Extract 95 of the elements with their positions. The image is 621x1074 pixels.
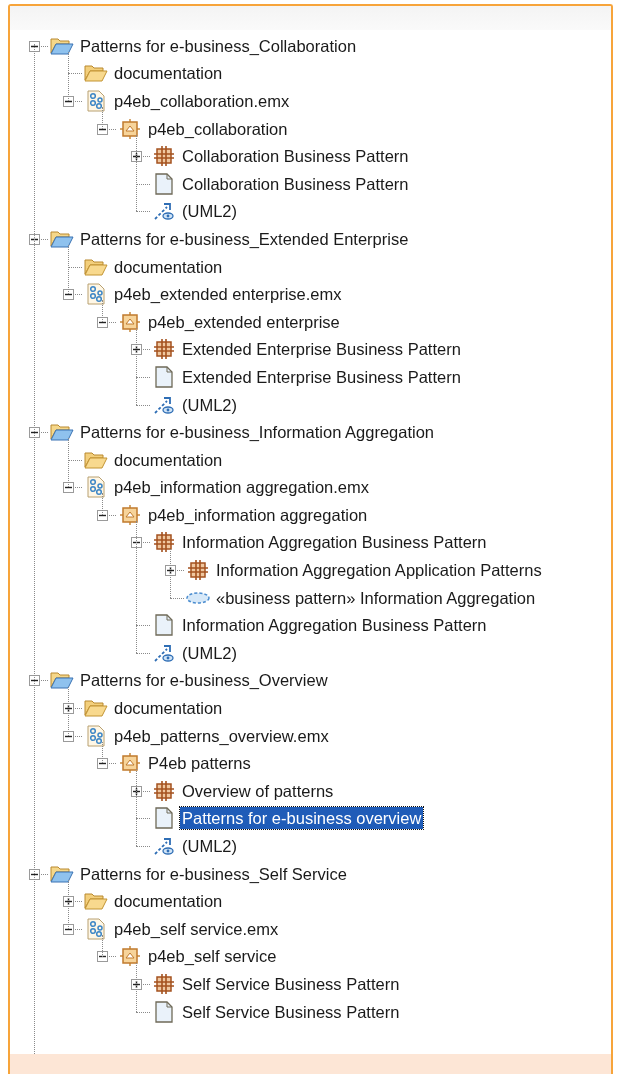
tree-item[interactable]: Extended Enterprise Business Pattern: [180, 338, 463, 361]
document-icon: [155, 614, 173, 637]
expand-toggle[interactable]: [131, 979, 142, 990]
document-icon: [155, 1000, 173, 1023]
tree-item[interactable]: Patterns for e-business_Information Aggregation: [78, 421, 437, 444]
tree-item[interactable]: documentation: [112, 890, 225, 913]
grid-icon: [154, 780, 174, 801]
open-folder-icon: [84, 256, 108, 277]
tree-item[interactable]: Extended Enterprise Business Pattern: [180, 365, 463, 388]
collapse-toggle[interactable]: [97, 316, 108, 328]
tree-item[interactable]: Self Service Business Pattern: [180, 973, 402, 995]
tree-item[interactable]: Overview of patterns: [180, 779, 336, 802]
tree-item[interactable]: Patterns for e-business_Extended Enterprise: [78, 227, 411, 250]
tree-item[interactable]: p4eb_patterns_overview.emx: [112, 724, 331, 747]
tree-item[interactable]: Patterns for e-business_Collaboration: [78, 34, 359, 57]
grid-icon: [154, 974, 174, 994]
document-icon: [155, 172, 173, 195]
tree-item[interactable]: documentation: [112, 62, 225, 85]
collapse-toggle[interactable]: [29, 427, 40, 439]
package-icon: [120, 118, 140, 139]
collapse-toggle[interactable]: [97, 509, 108, 521]
open-folder-icon: [50, 670, 74, 691]
expand-toggle[interactable]: [165, 565, 176, 577]
model-file-icon: [86, 90, 106, 112]
tree-item[interactable]: Self Service Business Pattern: [180, 1000, 402, 1023]
dashed-arrow-eye-icon: [153, 394, 175, 415]
expand-toggle[interactable]: [131, 785, 142, 797]
tree-item[interactable]: p4eb_information aggregation.emx: [112, 476, 371, 499]
open-folder-icon: [84, 63, 108, 84]
document-icon: [155, 365, 173, 388]
package-icon: [120, 946, 140, 967]
tree-item[interactable]: Patterns for e-business overview: [180, 807, 424, 830]
tree-item[interactable]: p4eb_information aggregation: [146, 503, 370, 526]
dashed-arrow-eye-icon: [153, 201, 175, 222]
dashed-arrow-eye-icon: [153, 642, 175, 663]
collapse-toggle[interactable]: [63, 96, 74, 107]
collapse-toggle[interactable]: [97, 951, 108, 963]
open-folder-icon: [50, 228, 74, 249]
collapse-toggle[interactable]: [97, 758, 108, 770]
package-icon: [120, 753, 140, 774]
tree-item[interactable]: Information Aggregation Business Pattern: [180, 614, 489, 637]
tree-item[interactable]: p4eb_self service: [146, 945, 279, 968]
tree-item[interactable]: documentation: [112, 448, 225, 471]
grid-icon: [188, 560, 208, 581]
tree-item[interactable]: p4eb_extended enterprise: [146, 310, 342, 333]
open-folder-icon: [50, 422, 74, 443]
collapse-toggle[interactable]: [63, 923, 74, 935]
tree-item[interactable]: Collaboration Business Pattern: [180, 145, 411, 168]
collapse-toggle[interactable]: [29, 675, 40, 687]
tree-item[interactable]: (UML2): [180, 393, 239, 416]
dashed-arrow-eye-icon: [153, 836, 175, 856]
grid-icon: [154, 146, 174, 167]
tree-item[interactable]: Information Aggregation Business Pattern: [180, 531, 489, 554]
tree-item[interactable]: documentation: [112, 255, 225, 278]
expand-toggle[interactable]: [131, 344, 142, 356]
tree-item[interactable]: (UML2): [180, 835, 239, 857]
tree-item[interactable]: p4eb_collaboration.emx: [112, 90, 292, 112]
tree-item[interactable]: Patterns for e-business_Overview: [78, 669, 330, 692]
tree-item[interactable]: Information Aggregation Application Patterns: [214, 559, 544, 582]
collapse-toggle[interactable]: [63, 289, 74, 301]
collapse-toggle[interactable]: [29, 868, 40, 880]
tree-item[interactable]: p4eb_self service.emx: [112, 917, 281, 940]
expand-toggle[interactable]: [131, 151, 142, 163]
open-folder-icon: [84, 698, 108, 719]
tree-item[interactable]: p4eb_extended enterprise.emx: [112, 283, 344, 306]
model-file-icon: [86, 917, 106, 940]
model-file-icon: [86, 283, 106, 306]
collapse-toggle[interactable]: [131, 537, 142, 549]
model-file-icon: [86, 724, 106, 747]
tree-item[interactable]: (UML2): [180, 641, 239, 664]
open-folder-icon: [84, 891, 108, 912]
tree-item[interactable]: P4eb patterns: [146, 752, 253, 775]
open-folder-icon: [50, 863, 74, 884]
model-file-icon: [86, 476, 106, 499]
tree-item[interactable]: p4eb_collaboration: [146, 117, 290, 140]
open-folder-icon: [50, 35, 74, 56]
package-icon: [120, 311, 140, 332]
open-folder-icon: [84, 449, 108, 470]
tree-item[interactable]: Patterns for e-business_Self Service: [78, 862, 349, 885]
tree-item[interactable]: (UML2): [180, 200, 239, 223]
grid-icon: [154, 339, 174, 360]
collapse-toggle[interactable]: [29, 233, 40, 245]
collapse-toggle[interactable]: [63, 482, 74, 494]
collapse-toggle[interactable]: [97, 123, 108, 135]
package-icon: [120, 504, 140, 525]
tree-item[interactable]: Collaboration Business Pattern: [180, 172, 411, 195]
tree-item[interactable]: «business pattern» Information Aggregation: [214, 586, 538, 609]
grid-icon: [154, 532, 174, 553]
collapse-toggle[interactable]: [63, 730, 74, 742]
dashed-ellipse-icon: [185, 590, 211, 605]
collapse-toggle[interactable]: [29, 40, 40, 52]
document-icon: [155, 807, 173, 830]
tree-item[interactable]: documentation: [112, 697, 225, 720]
expand-toggle[interactable]: [63, 896, 74, 908]
expand-toggle[interactable]: [63, 703, 74, 715]
